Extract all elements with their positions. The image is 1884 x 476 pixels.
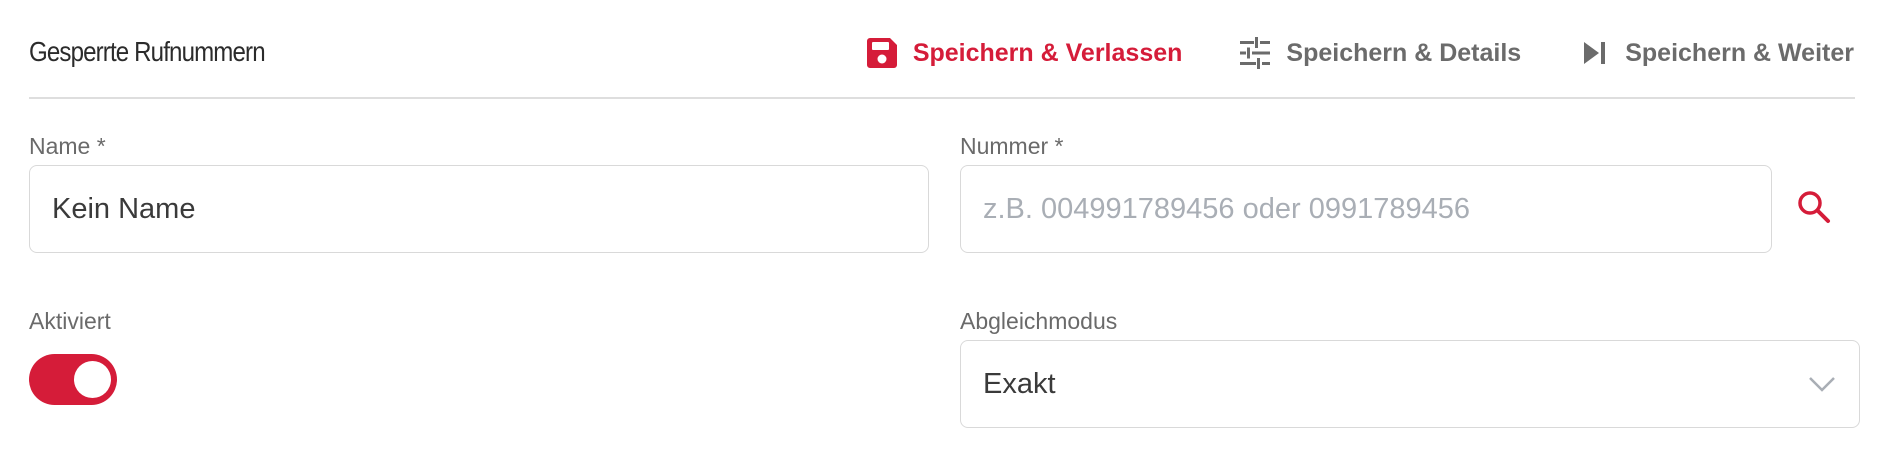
save-and-next-label: Speichern & Weiter [1625, 38, 1854, 67]
search-button[interactable] [1794, 189, 1834, 229]
abgleichmodus-select[interactable]: Exakt [960, 340, 1860, 428]
name-input-value: Kein Name [52, 192, 196, 225]
page-title: Gesperrte Rufnummern [29, 36, 266, 67]
save-and-details-button[interactable]: Speichern & Details [1238, 36, 1521, 70]
header-actions: Speichern & Verlassen Speichern & Detail… [809, 36, 1854, 70]
nummer-label: Nummer * [960, 133, 1064, 159]
save-and-details-label: Speichern & Details [1286, 38, 1522, 67]
aktiviert-toggle[interactable] [29, 354, 117, 405]
abgleichmodus-value: Exakt [983, 367, 1056, 400]
chevron-down-icon [1807, 369, 1837, 399]
sliders-icon [1238, 36, 1272, 70]
header-divider [29, 97, 1855, 99]
name-label: Name * [29, 133, 106, 159]
toggle-knob [74, 361, 111, 398]
save-and-exit-label: Speichern & Verlassen [912, 38, 1183, 67]
nummer-input-placeholder: z.B. 004991789456 oder 0991789456 [983, 192, 1470, 225]
floppy-disk-icon [865, 36, 899, 70]
skip-next-icon [1577, 36, 1611, 70]
abgleichmodus-label: Abgleichmodus [960, 308, 1118, 334]
save-and-next-button[interactable]: Speichern & Weiter [1577, 36, 1854, 70]
nummer-input[interactable]: z.B. 004991789456 oder 0991789456 [960, 165, 1772, 253]
save-and-exit-button[interactable]: Speichern & Verlassen [865, 36, 1183, 70]
header-bar: Gesperrte Rufnummern Speichern & Verlass… [0, 0, 1884, 98]
name-input[interactable]: Kein Name [29, 165, 929, 253]
aktiviert-label: Aktiviert [29, 308, 111, 334]
search-icon [1796, 189, 1832, 230]
